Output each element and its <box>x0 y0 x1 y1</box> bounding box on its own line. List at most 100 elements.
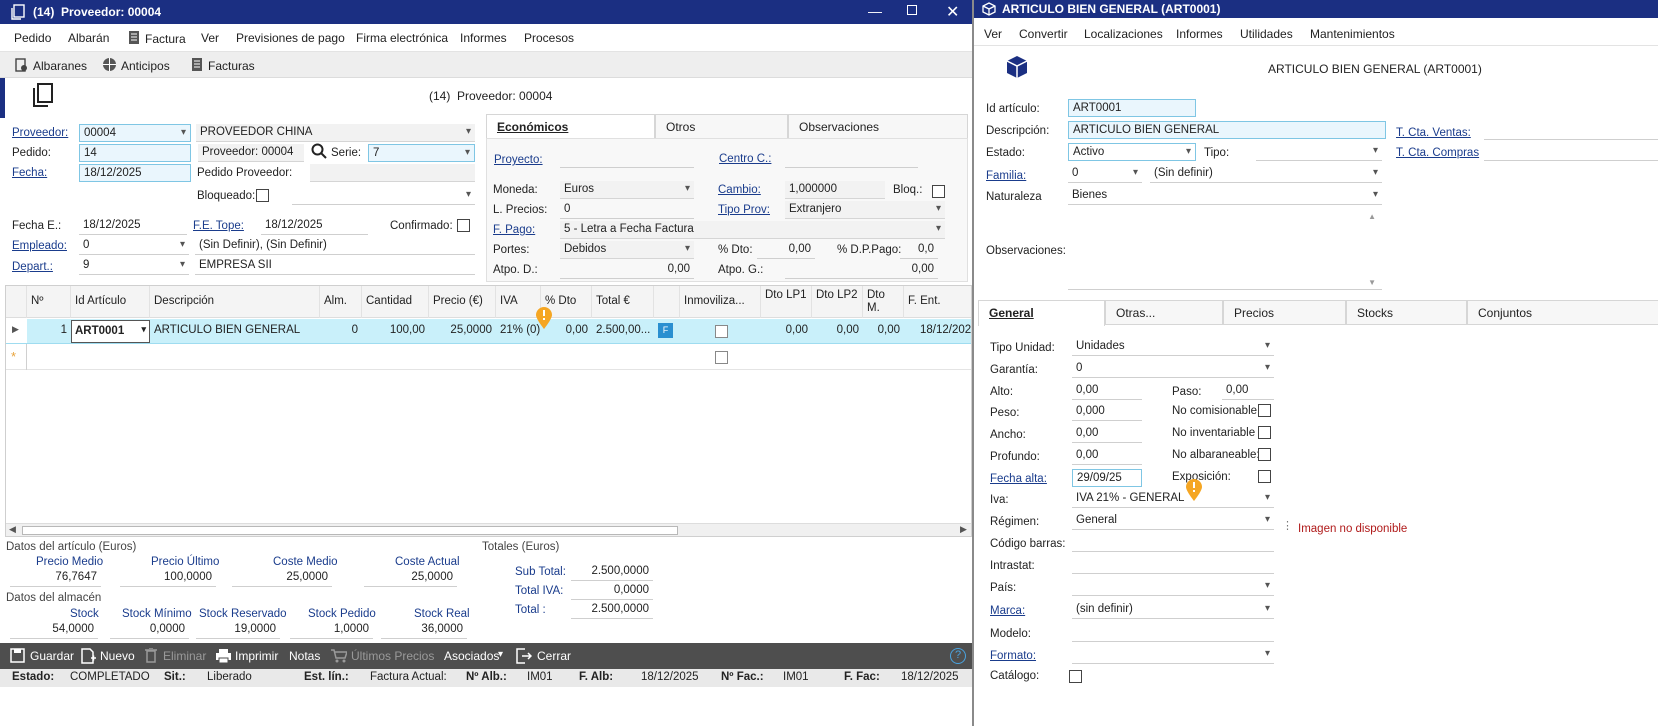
proyecto-label[interactable]: Proyecto: <box>494 154 543 166</box>
fe-tope-label[interactable]: F.E. Tope: <box>193 220 244 232</box>
bloqueado-dropdown[interactable] <box>292 187 475 205</box>
ultimos-precios-button[interactable]: Últimos Precios <box>351 643 434 669</box>
col-dtom[interactable]: Dto M. <box>863 286 904 318</box>
moneda-field[interactable]: Euros <box>560 181 694 199</box>
menu-previsiones[interactable]: Previsiones de pago <box>236 31 345 45</box>
cambio-field[interactable]: 1,000000 <box>785 181 885 199</box>
col-alm[interactable]: Alm. <box>320 286 362 318</box>
rmenu-informes[interactable]: Informes <box>1176 27 1223 41</box>
expo-checkbox[interactable] <box>1258 470 1271 483</box>
pedido-proveedor-field[interactable] <box>310 164 475 182</box>
empleado-label[interactable]: Empleado: <box>12 240 67 252</box>
col-dtolp2[interactable]: Dto LP2 <box>812 286 863 318</box>
regimen-field[interactable]: General <box>1072 512 1274 530</box>
iva-field[interactable]: IVA 21% - GENERAL <box>1072 490 1274 508</box>
scroll-left-icon[interactable]: ◀ <box>9 524 16 535</box>
new-button[interactable]: Nuevo <box>100 643 135 669</box>
centro-label[interactable]: Centro C.: <box>719 153 771 165</box>
observaciones-field[interactable]: ▲ ▼ <box>1068 208 1382 290</box>
col-n[interactable]: Nº <box>27 286 71 318</box>
cambio-label[interactable]: Cambio: <box>718 184 761 196</box>
modelo-field[interactable] <box>1072 624 1274 642</box>
tab-otros[interactable]: Otros <box>655 114 788 138</box>
tipo-field[interactable] <box>1256 143 1382 161</box>
close-icon[interactable]: ✕ <box>946 2 959 22</box>
cell-id-articulo[interactable]: ART0001 ▾ <box>71 320 150 343</box>
proveedor-name-field[interactable]: PROVEEDOR CHINA <box>196 124 475 142</box>
notes-button[interactable]: Notas <box>289 643 320 669</box>
tab-observaciones[interactable]: Observaciones <box>788 114 968 138</box>
rtab-conjuntos[interactable]: Conjuntos <box>1467 300 1658 324</box>
cell-total[interactable]: 2.500,00... <box>592 319 654 343</box>
menu-factura[interactable]: Factura <box>145 32 186 46</box>
table-row[interactable]: ▶ 1 ART0001 ▾ ARTICULO BIEN GENERAL 0 100… <box>6 319 971 344</box>
new-row-inmoviliza-checkbox[interactable] <box>715 351 728 364</box>
cell-inmoviliza[interactable] <box>680 319 761 343</box>
row-selector-icon[interactable]: ▶ <box>6 319 27 343</box>
ancho-field[interactable]: 0,00 <box>1072 425 1142 443</box>
nocom-checkbox[interactable] <box>1258 404 1271 417</box>
col-id-articulo[interactable]: Id Artículo <box>71 286 150 318</box>
id-articulo-field[interactable]: ART0001 <box>1068 99 1196 117</box>
paso-field[interactable]: 0,00 <box>1222 382 1274 400</box>
ctaventas-field[interactable] <box>1484 122 1658 140</box>
minimize-icon[interactable]: — <box>868 3 882 19</box>
confirmado-checkbox[interactable] <box>457 219 470 232</box>
cell-descripcion[interactable]: ARTICULO BIEN GENERAL <box>150 319 320 343</box>
rtab-stocks[interactable]: Stocks <box>1346 300 1467 324</box>
naturaleza-field[interactable]: Bienes <box>1068 187 1382 205</box>
asociados-button[interactable]: Asociados <box>444 643 499 669</box>
depart-label[interactable]: Depart.: <box>12 261 53 273</box>
help-icon[interactable]: ? <box>950 648 966 664</box>
tipoprov-field[interactable]: Extranjero <box>785 201 945 219</box>
col-descripcion[interactable]: Descripción <box>150 286 320 318</box>
descripcion-field[interactable]: ARTICULO BIEN GENERAL <box>1068 121 1386 139</box>
fecha-e-field[interactable]: 18/12/2025 <box>79 217 187 235</box>
rtab-general[interactable]: General <box>978 300 1105 326</box>
scroll-right-icon[interactable]: ▶ <box>960 524 967 535</box>
fpago-field[interactable]: 5 - Letra a Fecha Factura <box>560 221 945 239</box>
pedido-field[interactable]: 14 <box>79 144 191 162</box>
proveedor-field[interactable]: 00004 <box>79 124 191 142</box>
noinv-checkbox[interactable] <box>1258 426 1271 439</box>
pais-field[interactable] <box>1072 578 1274 596</box>
atpog-field[interactable]: 0,00 <box>785 261 938 279</box>
menu-ver[interactable]: Ver <box>201 31 219 45</box>
tab-economicos[interactable]: Económicos <box>486 114 655 138</box>
subtool-albaranes[interactable]: Albaranes <box>33 59 87 73</box>
formato-field[interactable] <box>1072 646 1274 664</box>
cell-dtom[interactable]: 0,00 <box>863 319 904 343</box>
familia-label[interactable]: Familia: <box>986 170 1026 182</box>
col-cantidad[interactable]: Cantidad <box>362 286 429 318</box>
lprecios-field[interactable]: 0 <box>560 201 694 219</box>
delete-button[interactable]: Eliminar <box>163 643 206 669</box>
proyecto-field[interactable] <box>560 150 694 168</box>
profundo-field[interactable]: 0,00 <box>1072 447 1142 465</box>
empleado-field[interactable]: 0 <box>79 237 189 255</box>
garantia-field[interactable]: 0 <box>1072 360 1274 378</box>
menu-informes[interactable]: Informes <box>460 31 507 45</box>
horizontal-scrollbar[interactable]: ◀ ▶ <box>6 523 971 536</box>
formato-label[interactable]: Formato: <box>990 650 1036 662</box>
cell-dtolp1[interactable]: 0,00 <box>761 319 812 343</box>
bloq-checkbox[interactable] <box>932 185 945 198</box>
fecha-label[interactable]: Fecha: <box>12 167 47 179</box>
col-total[interactable]: Total € <box>592 286 654 318</box>
save-button[interactable]: Guardar <box>30 643 74 669</box>
tipounidad-field[interactable]: Unidades <box>1072 338 1274 356</box>
col-precio[interactable]: Precio (€) <box>429 286 496 318</box>
rtab-precios[interactable]: Precios <box>1223 300 1346 324</box>
rmenu-localizaciones[interactable]: Localizaciones <box>1084 27 1163 41</box>
marca-field[interactable]: (sin definir) <box>1072 601 1274 619</box>
inmoviliza-checkbox[interactable] <box>715 325 728 338</box>
atpod-field[interactable]: 0,00 <box>560 261 694 279</box>
menu-firma[interactable]: Firma electrónica <box>356 31 448 45</box>
proveedor-label[interactable]: Proveedor: <box>12 127 68 139</box>
rmenu-convertir[interactable]: Convertir <box>1019 27 1068 41</box>
alto-field[interactable]: 0,00 <box>1072 382 1142 400</box>
serie-field[interactable]: 7 <box>368 144 475 162</box>
cell-cantidad[interactable]: 100,00 <box>362 319 429 343</box>
col-dtolp1[interactable]: Dto LP1 <box>761 286 812 318</box>
ctacompras-label[interactable]: T. Cta. Compras <box>1396 147 1479 159</box>
tipoprov-label[interactable]: Tipo Prov: <box>718 204 770 216</box>
